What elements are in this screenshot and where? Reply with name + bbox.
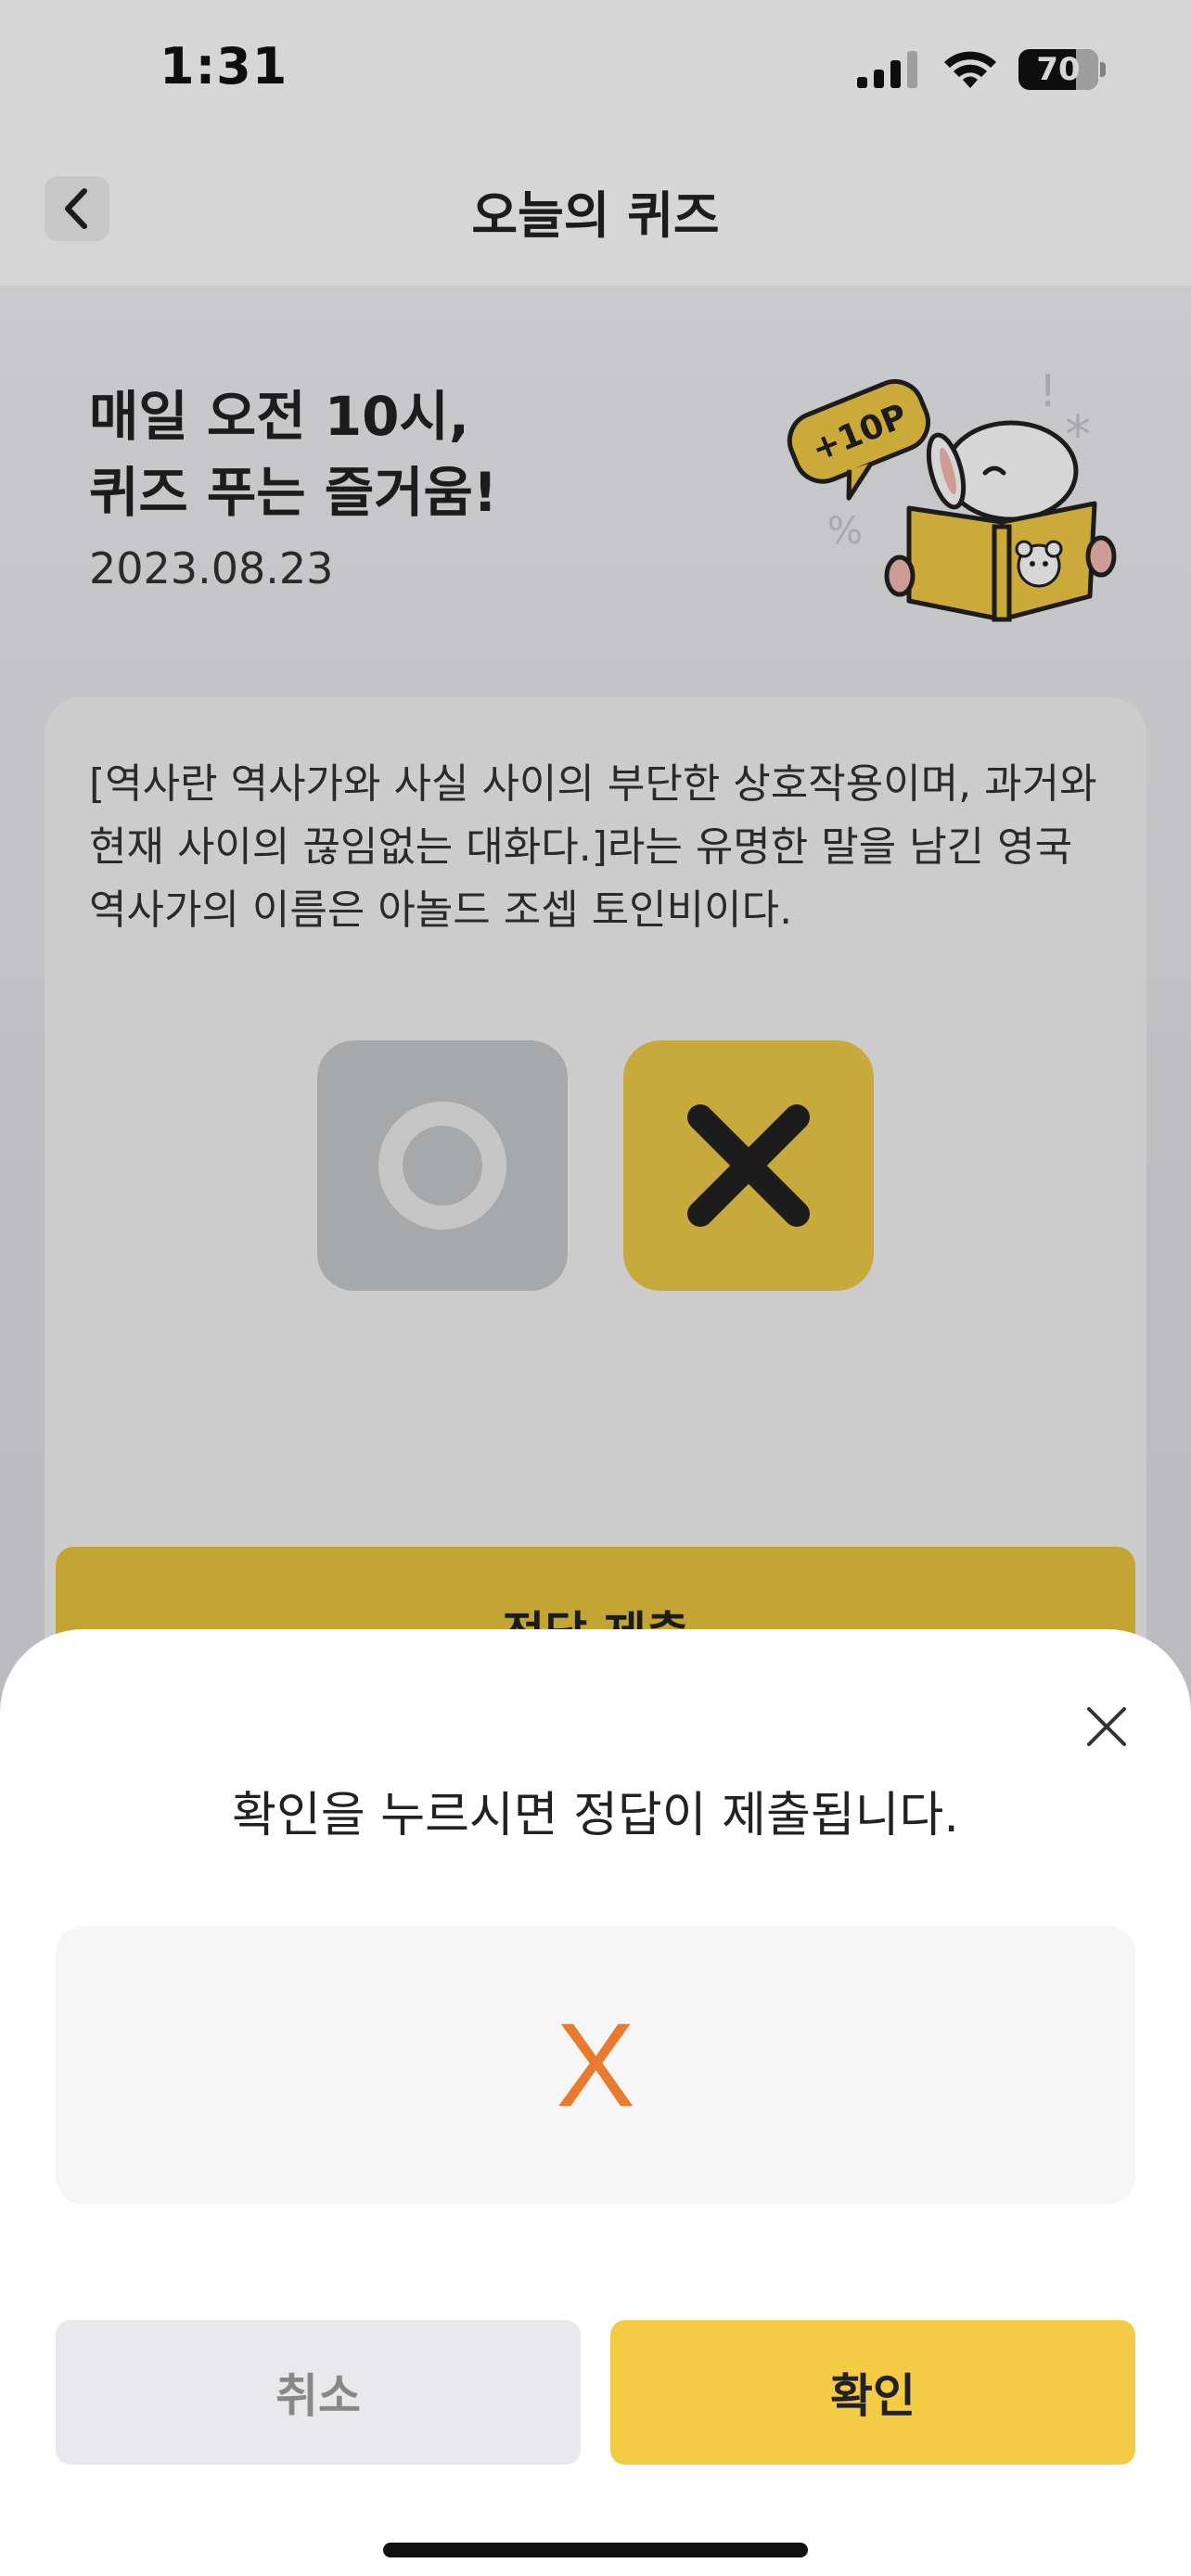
close-icon[interactable] bbox=[1083, 1703, 1130, 1750]
selected-answer: X bbox=[556, 1998, 635, 2132]
home-indicator[interactable] bbox=[383, 2543, 808, 2557]
selected-answer-box: X bbox=[56, 1926, 1135, 2204]
confirm-message: 확인을 누르시면 정답이 제출됩니다. bbox=[232, 1788, 959, 1843]
confirm-bottom-sheet: 확인을 누르시면 정답이 제출됩니다. X 취소 확인 bbox=[0, 1629, 1191, 2576]
cancel-button[interactable]: 취소 bbox=[56, 2320, 581, 2465]
confirm-button[interactable]: 확인 bbox=[610, 2320, 1135, 2465]
